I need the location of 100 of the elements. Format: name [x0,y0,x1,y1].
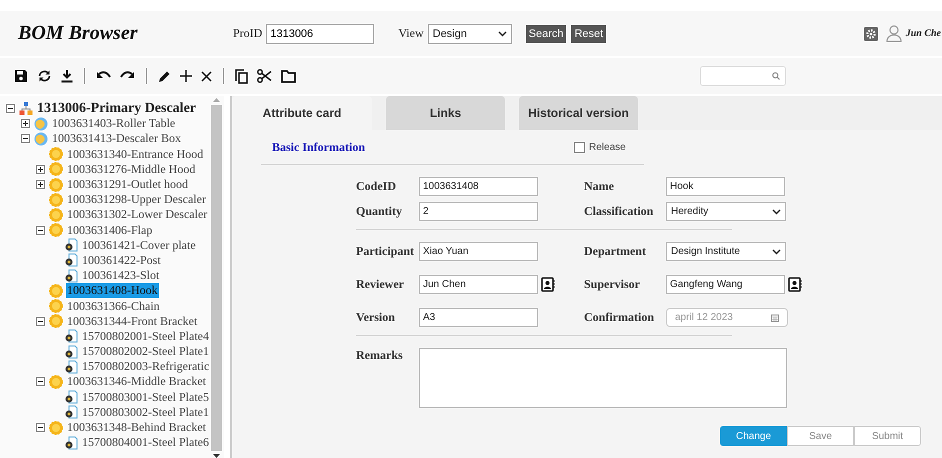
dropdown[interactable]: Heredity [666,202,786,221]
text-field[interactable]: Gangfeng Wang [666,275,785,294]
view-label: View [398,26,424,41]
document-gear-icon [64,360,78,374]
view-dropdown[interactable]: Design [428,24,512,44]
contact-icon[interactable] [541,277,555,292]
copy-icon[interactable] [235,68,248,84]
text-field[interactable]: 2 [419,202,538,221]
expand-toggle[interactable] [36,164,45,174]
scissors-icon[interactable] [257,69,272,83]
tree-item[interactable]: 1003631346-Middle Bracket [66,374,207,390]
hierarchy-icon [19,102,33,116]
refresh-icon[interactable] [37,69,52,83]
tree-item[interactable]: 1313006-Primary Descaler [36,100,197,117]
field-label: Version [356,310,396,325]
tree-item[interactable]: 1003631344-Front Bracket [66,314,198,329]
collapse-toggle[interactable] [36,316,45,326]
add-icon[interactable] [180,70,192,82]
expand-toggle[interactable] [36,180,45,190]
settings-icon[interactable] [864,26,878,40]
tree-item[interactable]: 100361421-Cover plate [81,238,197,253]
collapse-toggle[interactable] [6,104,15,114]
tree-item[interactable]: 15700802002-Steel Plate1 [81,344,210,360]
sun-icon [49,420,63,435]
contact-icon[interactable] [788,277,802,292]
text-field[interactable]: Jun Chen [419,275,538,294]
collapse-toggle[interactable] [36,423,45,432]
document-gear-icon [64,238,78,252]
tab[interactable]: Attribute card [232,96,372,130]
tree-item[interactable]: 1003631366-Chain [66,298,161,314]
tab[interactable]: Links [386,96,505,130]
tree-item[interactable]: 1003631291-Outlet hood [66,177,189,192]
tree-item[interactable]: 1003631408-Hook [66,283,159,298]
release-checkbox[interactable] [574,142,585,152]
action-button[interactable]: Submit [854,426,921,446]
document-gear-icon [64,405,78,420]
tree-item[interactable]: 1003631348-Behind Bracket [66,420,207,436]
tree-item[interactable]: 1003631302-Lower Descaler [66,207,208,222]
text-field[interactable]: A3 [419,308,538,327]
reset-button[interactable]: Reset [571,24,606,42]
sun-icon [49,284,63,298]
tree-item[interactable]: 1003631276-Middle Hood [66,162,196,177]
tree-item[interactable]: 100361422-Post [81,252,162,268]
text-field[interactable]: Hook [666,177,785,196]
document-gear-icon [64,329,78,344]
field-label: Reviewer [356,277,405,292]
sun-icon [49,208,63,222]
tab[interactable]: Historical version [519,96,638,130]
text-field[interactable]: 1003631408 [419,177,538,196]
collapse-toggle[interactable] [36,226,45,235]
text-field[interactable]: Xiao Yuan [419,242,538,261]
calendar-icon [771,314,779,322]
tree-item[interactable]: 1003631403-Roller Table [51,116,176,132]
pencil-icon[interactable] [158,70,171,82]
download-icon[interactable] [61,69,73,83]
close-icon[interactable] [201,70,212,82]
field-label: Confirmation [584,310,655,325]
tree-item[interactable]: 15700802001-Steel Plate4 [81,328,210,344]
caret-icon [772,248,781,254]
date-placeholder: april 12 2023 [675,312,733,323]
dropdown[interactable]: Design Institute [666,242,786,261]
tree-item[interactable]: 1003631340-Entrance Hood [66,146,204,162]
search-icon [772,72,780,80]
document-gear-icon [64,344,78,359]
tree-item[interactable]: 100361423-Slot [81,268,160,284]
collapse-toggle[interactable] [21,134,30,144]
sun-icon [49,192,63,207]
collapse-toggle[interactable] [36,377,45,386]
search-field[interactable] [700,66,786,86]
search-button[interactable]: Search [526,24,566,42]
tree-item[interactable]: 15700803002-Steel Plate1 [81,404,210,420]
tree-item[interactable]: 1003631406-Flap [66,222,154,238]
document-gear-icon [64,268,78,283]
globe-icon [34,116,48,131]
tree-item[interactable]: 15700803001-Steel Plate5 [81,390,210,405]
field-label: Quantity [356,204,404,219]
tree-item[interactable]: 1003631413-Descaler Box [51,131,182,146]
sun-icon [49,178,63,192]
tree-item[interactable]: 15700804001-Steel Plate6 [81,435,210,450]
remarks-field[interactable] [419,348,787,408]
tree-item[interactable]: 1003631298-Upper Descaler [66,192,207,208]
section-title: Basic Information [272,140,366,154]
release-label: Release [589,142,626,152]
field-label: CodeID [356,179,398,194]
action-button[interactable]: Save [787,426,854,446]
app-title: BOM Browser [18,22,139,45]
proid-label: ProID [233,26,262,41]
sun-icon [49,299,63,314]
proid-field[interactable]: 1313006 [266,24,374,44]
user-icon[interactable] [886,25,902,42]
save-icon[interactable] [14,69,28,83]
expand-toggle[interactable] [21,119,30,128]
sun-icon [49,162,63,176]
folder-icon[interactable] [281,70,296,82]
sun-icon [49,147,63,162]
scrollbar[interactable] [211,96,222,458]
scroll-down-arrow-icon[interactable] [213,454,220,458]
tree-item[interactable]: 15700802003-Refrigeratic [81,359,210,374]
sun-icon [49,223,63,238]
document-gear-icon [64,253,78,268]
